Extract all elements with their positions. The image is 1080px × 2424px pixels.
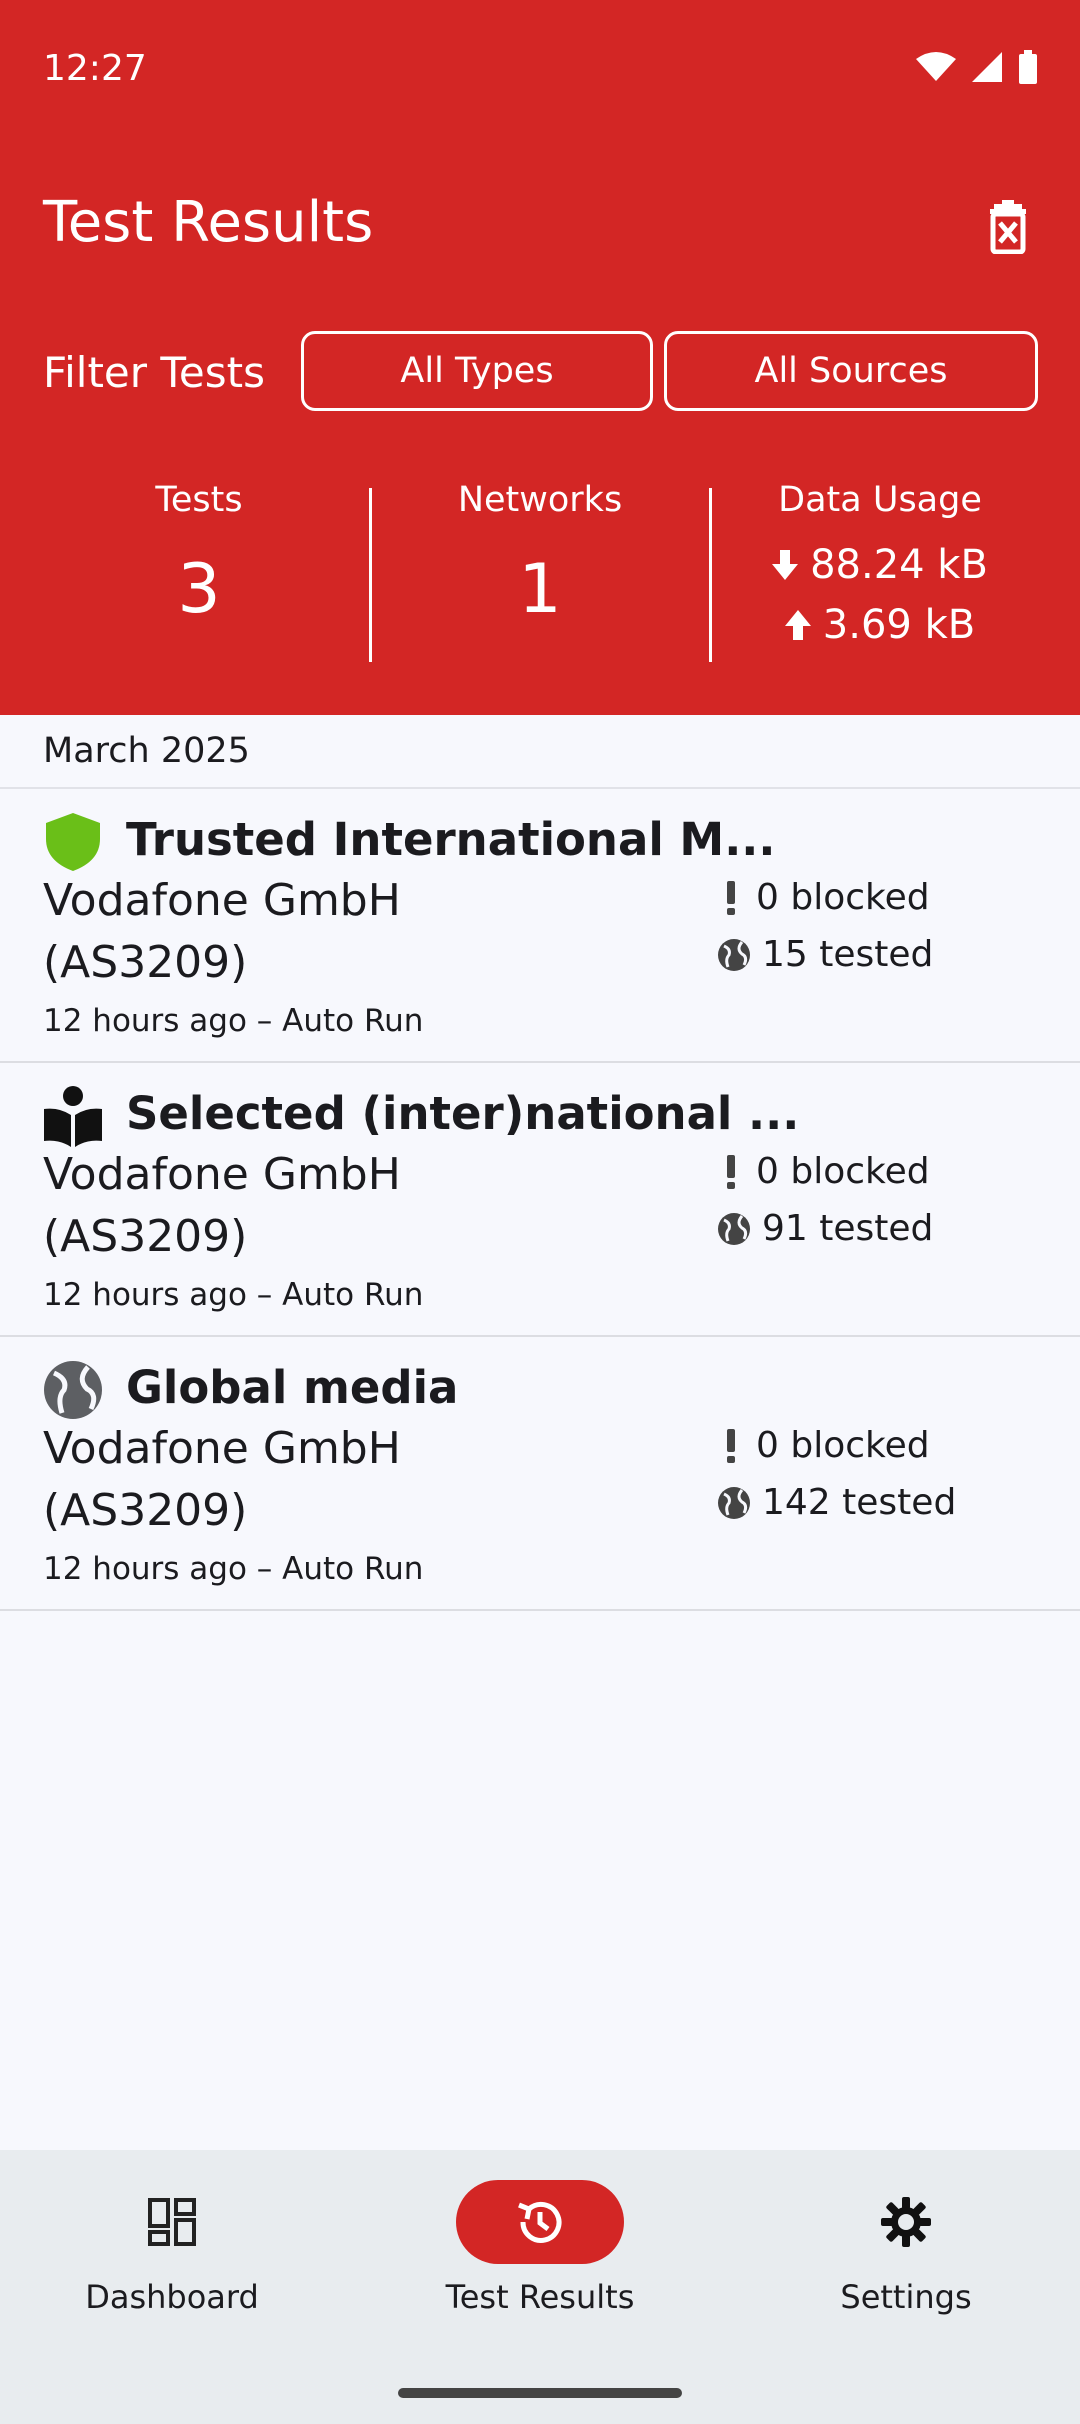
download-value: 88.24 kB	[810, 542, 988, 588]
networks-stat: Networks 1	[370, 480, 710, 629]
nav-settings-label: Settings	[840, 2278, 972, 2316]
blocked-count: 0 blocked	[756, 1425, 930, 1466]
history-icon	[518, 2201, 562, 2243]
nav-dashboard-label: Dashboard	[85, 2278, 259, 2316]
signal-icon	[972, 52, 1002, 82]
result-title: Global media	[126, 1361, 459, 1414]
status-icons	[916, 50, 1038, 84]
exclamation-icon	[727, 880, 735, 915]
tested-count: 91 tested	[762, 1208, 934, 1249]
globe-icon	[718, 1486, 750, 1519]
month-label: March 2025	[43, 731, 250, 771]
arrow-down-icon	[772, 550, 799, 580]
delete-icon[interactable]	[980, 198, 1036, 254]
home-indicator[interactable]	[398, 2388, 682, 2398]
shield-icon	[46, 813, 100, 871]
tested-stat: 91 tested	[716, 1208, 933, 1249]
result-title: Selected (inter)national ...	[126, 1087, 800, 1140]
blocked-count: 0 blocked	[756, 1151, 930, 1192]
result-asn: (AS3209)	[43, 1211, 248, 1262]
tests-stat: Tests 3	[0, 480, 398, 629]
result-network: Vodafone GmbH	[43, 1423, 401, 1474]
tests-stat-value: 3	[177, 550, 221, 629]
nav-settings[interactable]: Settings	[756, 2180, 1056, 2316]
result-title: Trusted International M...	[126, 813, 776, 866]
tested-stat: 15 tested	[716, 934, 933, 975]
upload-line: 3.69 kB	[710, 602, 1050, 648]
month-header: March 2025	[0, 715, 1080, 789]
arrow-up-icon	[784, 610, 811, 640]
result-network: Vodafone GmbH	[43, 875, 401, 926]
tests-stat-label: Tests	[155, 480, 243, 520]
blocked-stat: 0 blocked	[716, 1151, 930, 1192]
globe-icon	[718, 1212, 750, 1245]
nav-test-results-label: Test Results	[445, 2278, 635, 2316]
data-usage-label: Data Usage	[778, 480, 982, 520]
result-item[interactable]: Global media Vodafone GmbH (AS3209) 12 h…	[0, 1337, 1080, 1611]
nav-test-results-pill[interactable]	[456, 2180, 624, 2264]
result-meta: 12 hours ago – Auto Run	[43, 1277, 424, 1313]
blocked-stat: 0 blocked	[716, 877, 930, 918]
page-title: Test Results	[43, 190, 374, 255]
status-time: 12:27	[43, 48, 147, 89]
nav-settings-pill[interactable]	[822, 2180, 990, 2264]
download-line: 88.24 kB	[710, 542, 1050, 588]
dashboard-icon	[148, 2198, 196, 2246]
result-meta: 12 hours ago – Auto Run	[43, 1003, 424, 1039]
bottom-navigation: Dashboard Test Results Settings	[0, 2150, 1080, 2424]
type-filter-button[interactable]: All Types	[301, 331, 653, 411]
networks-stat-label: Networks	[457, 480, 623, 520]
result-item[interactable]: Selected (inter)national ... Vodafone Gm…	[0, 1063, 1080, 1337]
tested-count: 15 tested	[762, 934, 934, 975]
result-asn: (AS3209)	[43, 937, 248, 988]
result-asn: (AS3209)	[43, 1485, 248, 1536]
upload-value: 3.69 kB	[822, 602, 976, 648]
nav-dashboard-pill[interactable]	[88, 2180, 256, 2264]
exclamation-icon	[727, 1154, 735, 1189]
tested-stat: 142 tested	[716, 1482, 956, 1523]
book-reader-icon	[44, 1086, 102, 1147]
app-header: 12:27 Test Results Filter Tests All Type…	[0, 0, 1080, 715]
filter-label: Filter Tests	[43, 348, 265, 397]
blocked-count: 0 blocked	[756, 877, 930, 918]
exclamation-icon	[727, 1428, 735, 1463]
nav-dashboard[interactable]: Dashboard	[22, 2180, 322, 2316]
result-network: Vodafone GmbH	[43, 1149, 401, 1200]
battery-icon	[1019, 50, 1037, 84]
globe-icon	[44, 1361, 102, 1419]
globe-icon	[718, 938, 750, 971]
nav-test-results[interactable]: Test Results	[390, 2180, 690, 2316]
result-meta: 12 hours ago – Auto Run	[43, 1551, 424, 1587]
tested-count: 142 tested	[762, 1482, 957, 1523]
networks-stat-value: 1	[518, 550, 562, 629]
data-usage-stat: Data Usage 88.24 kB 3.69 kB	[710, 480, 1050, 648]
wifi-icon	[916, 52, 956, 81]
result-item[interactable]: Trusted International M... Vodafone GmbH…	[0, 789, 1080, 1063]
gear-icon	[881, 2197, 931, 2247]
source-filter-button[interactable]: All Sources	[664, 331, 1038, 411]
blocked-stat: 0 blocked	[716, 1425, 930, 1466]
